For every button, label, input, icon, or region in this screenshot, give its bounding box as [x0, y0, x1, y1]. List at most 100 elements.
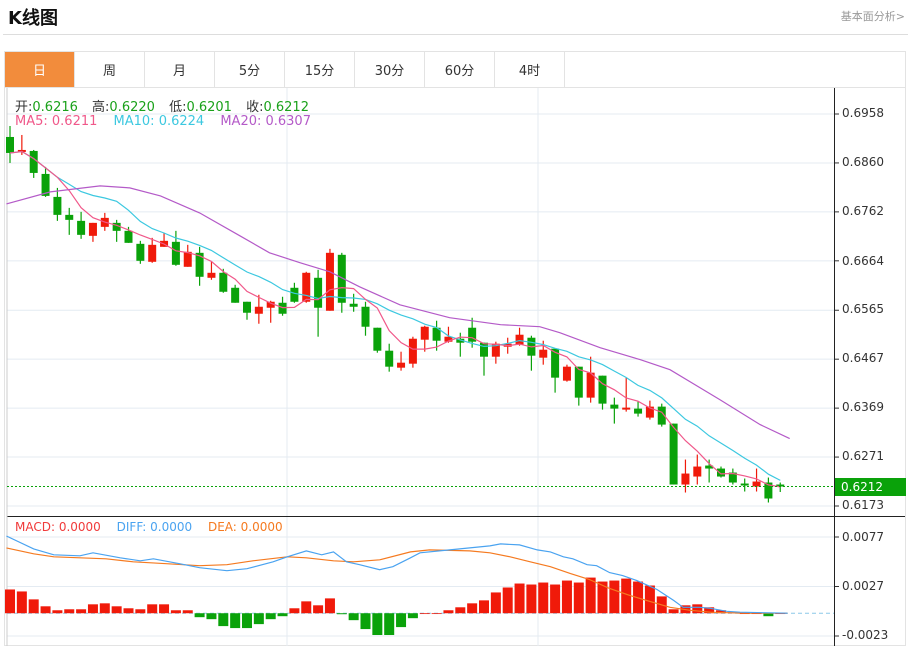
macd-bar: [396, 613, 407, 628]
close-label: 收:: [246, 100, 264, 115]
macd-bar: [467, 603, 478, 614]
macd-bar: [16, 591, 27, 614]
macd-bar: [561, 580, 572, 614]
price-tick: 0.6565: [842, 302, 884, 316]
candle-down: [124, 230, 133, 243]
candle-down: [6, 136, 14, 153]
ma-legend: MA5: 0.6211 MA10: 0.6224 MA20: 0.6307: [15, 114, 311, 129]
candle-down: [669, 423, 678, 485]
candle-up: [148, 244, 157, 262]
candle-down: [373, 327, 382, 351]
candle-down: [231, 287, 240, 303]
candle-down: [65, 214, 74, 220]
candle-up: [693, 466, 702, 477]
candle-up: [88, 222, 97, 236]
candle-up: [681, 473, 690, 485]
macd-bar: [313, 605, 324, 614]
high-label: 高:: [92, 100, 110, 115]
macd-bar: [99, 603, 110, 614]
macd-bar: [431, 613, 442, 615]
macd-bar: [111, 606, 122, 614]
macd-bar: [348, 613, 359, 621]
macd-bar: [147, 604, 158, 614]
macd-bar: [265, 613, 276, 620]
candle-down: [77, 220, 86, 235]
macd-legend: MACD: 0.0000 DIFF: 0.0000 DEA: 0.0000: [15, 520, 283, 534]
candle-up: [562, 366, 571, 381]
macd-bar: [538, 582, 549, 614]
macd-bar: [360, 613, 371, 630]
diff-line: [6, 535, 788, 614]
macd-bar: [28, 599, 39, 614]
macd-bar: [64, 609, 75, 614]
macd-bar: [455, 607, 466, 614]
candle-up: [752, 481, 761, 487]
ma5-line: [9, 150, 781, 488]
macd-bar: [194, 613, 205, 618]
candle-down: [29, 150, 38, 173]
macd-bar: [573, 582, 584, 614]
candle-up: [622, 407, 631, 410]
candle-down: [136, 243, 145, 261]
ma20-legend: MA20: 0.6307: [220, 114, 311, 129]
macd-value: MACD: 0.0000: [15, 520, 101, 534]
candle-up: [420, 326, 429, 340]
low-value: 0.6201: [186, 100, 232, 115]
macd-bar: [76, 609, 87, 614]
macd-bar: [668, 609, 679, 614]
price-tick: 0.6271: [842, 449, 884, 463]
macd-bar: [159, 604, 170, 614]
candle-down: [610, 404, 619, 409]
low-label: 低:: [169, 100, 187, 115]
macd-bar: [277, 613, 288, 617]
macd-bar: [490, 592, 501, 614]
price-tick: 0.6958: [842, 106, 884, 120]
macd-bar: [40, 606, 51, 614]
macd-bar: [384, 613, 395, 636]
ma10-line: [9, 150, 781, 481]
candle-down: [361, 306, 370, 327]
macd-bar: [230, 613, 241, 629]
ohlc-info: 开:0.6216 高:0.6220 低:0.6201 收:0.6212: [15, 96, 319, 115]
price-tick: 0.6173: [842, 498, 884, 512]
candle-down: [278, 302, 287, 314]
macd-bar: [585, 577, 596, 614]
candle-up: [397, 362, 406, 368]
macd-bar: [514, 583, 525, 614]
ma10-legend: MA10: 0.6224: [113, 114, 205, 129]
macd-bar: [443, 610, 454, 614]
candle-down: [171, 241, 180, 265]
high-value: 0.6220: [109, 100, 155, 115]
macd-bar: [609, 580, 620, 614]
macd-bar: [419, 613, 430, 615]
macd-bar: [407, 613, 418, 619]
macd-bar: [242, 613, 252, 629]
candle-up: [539, 349, 548, 358]
macd-bar: [479, 600, 489, 614]
dea-value: DEA: 0.0000: [207, 520, 283, 534]
candle-down: [574, 366, 583, 398]
macd-bar: [289, 608, 300, 614]
price-tick: 0.6762: [842, 204, 884, 218]
candle-up: [515, 334, 524, 345]
candle-down: [634, 408, 643, 414]
candle-down: [219, 272, 228, 292]
candle-down: [314, 277, 323, 308]
current-price-label: 0.6212: [835, 478, 906, 496]
open-label: 开:: [15, 100, 33, 115]
candle-up: [586, 372, 595, 398]
macd-bar: [182, 610, 193, 614]
candle-down: [53, 196, 62, 215]
macd-bar: [324, 598, 335, 614]
candle-up: [183, 251, 192, 267]
close-value: 0.6212: [263, 100, 309, 115]
macd-bar: [123, 608, 134, 614]
price-tick: 0.6467: [842, 351, 884, 365]
macd-tick: 0.0077: [842, 530, 884, 544]
macd-bar: [5, 589, 15, 614]
macd-bar: [336, 613, 347, 615]
candle-down: [290, 287, 299, 302]
macd-bar: [644, 585, 655, 614]
macd-bar: [253, 613, 264, 625]
candle-up: [254, 306, 263, 314]
